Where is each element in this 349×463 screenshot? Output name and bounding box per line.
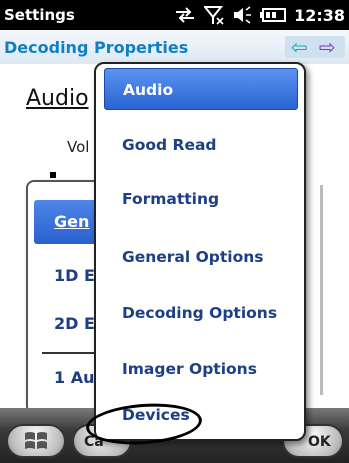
menu-item-label: Good Read xyxy=(122,136,217,154)
audio-tab-label[interactable]: Audio xyxy=(26,86,89,111)
menu-item-label: Formatting xyxy=(122,190,220,208)
windows-logo-icon xyxy=(25,432,47,449)
status-icons: 12:38 xyxy=(174,3,345,27)
dropdown-menu: Audio Good Read Formatting General Optio… xyxy=(94,62,306,441)
menu-item-label: Imager Options xyxy=(122,360,257,378)
bullet-dot xyxy=(50,172,56,178)
menu-item-formatting[interactable]: Formatting xyxy=(104,178,298,220)
arrow-left-icon[interactable]: ⇦ xyxy=(291,36,308,58)
page-title: Decoding Properties xyxy=(4,38,189,57)
panel-item-label: Gen xyxy=(54,212,90,231)
status-title: Settings xyxy=(4,6,75,24)
scrollbar[interactable] xyxy=(320,185,323,395)
panel-item-label: 2D E xyxy=(54,314,95,333)
menu-item-label: Decoding Options xyxy=(122,304,278,322)
battery-icon[interactable] xyxy=(260,8,287,22)
menu-item-label: Audio xyxy=(123,81,174,99)
sync-arrows-icon[interactable] xyxy=(174,6,196,24)
volume-label: Vol xyxy=(67,138,90,156)
start-button[interactable] xyxy=(6,424,66,458)
nav-arrows: ⇦ ⇨ xyxy=(285,36,345,58)
menu-item-good-read[interactable]: Good Read xyxy=(104,124,298,166)
menu-item-decoding-options[interactable]: Decoding Options xyxy=(104,292,298,334)
panel-item-label: 1 Au xyxy=(54,368,95,387)
clock[interactable]: 12:38 xyxy=(294,6,345,25)
menu-item-imager-options[interactable]: Imager Options xyxy=(104,348,298,390)
status-bar: Settings 12:38 xyxy=(0,0,349,30)
page-header: Decoding Properties ⇦ ⇨ xyxy=(0,30,349,65)
signal-off-icon[interactable] xyxy=(204,5,224,25)
menu-item-general-options[interactable]: General Options xyxy=(104,236,298,278)
ok-softkey-label: OK xyxy=(308,434,331,450)
menu-item-audio[interactable]: Audio xyxy=(104,68,298,110)
arrow-right-icon[interactable]: ⇨ xyxy=(319,36,336,58)
panel-item-label: 1D E xyxy=(54,266,95,285)
menu-item-label: General Options xyxy=(122,248,264,266)
volume-icon[interactable] xyxy=(232,6,252,24)
